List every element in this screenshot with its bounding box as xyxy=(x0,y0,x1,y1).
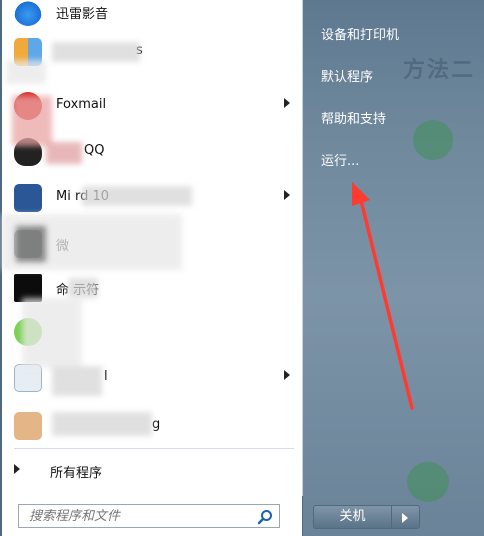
shutdown-button[interactable]: 关机 xyxy=(313,505,392,529)
blur-mask xyxy=(68,278,98,298)
blur-mask xyxy=(12,96,52,146)
system-links-pane: 方法二 设备和打印机 默认程序 帮助和支持 运行... xyxy=(303,0,484,536)
program-item-xunlei[interactable]: 迅雷影音 xyxy=(4,0,302,30)
devices-and-printers-link[interactable]: 设备和打印机 xyxy=(321,24,399,43)
program-label: Foxmail xyxy=(56,97,107,112)
paint-icon xyxy=(14,364,42,392)
chevron-right-icon xyxy=(402,513,408,523)
default-programs-link[interactable]: 默认程序 xyxy=(321,66,373,85)
program-list-pane: 迅雷影音 s Foxmail QQ Mi rd 10 微 命 xyxy=(2,0,303,496)
blur-mask xyxy=(52,42,140,62)
help-and-support-link[interactable]: 帮助和支持 xyxy=(321,108,386,127)
blur-mask xyxy=(46,142,82,164)
search-input[interactable] xyxy=(27,508,251,525)
xunlei-icon xyxy=(14,0,42,26)
program-item[interactable]: s xyxy=(4,32,302,70)
program-item-notepad[interactable]: g xyxy=(4,406,302,444)
notepad-icon xyxy=(14,412,42,440)
blur-mask xyxy=(16,226,46,262)
start-menu: 迅雷影音 s Foxmail QQ Mi rd 10 微 命 xyxy=(0,0,484,536)
background-blob xyxy=(407,462,449,502)
word-icon xyxy=(14,184,42,212)
blur-mask xyxy=(6,60,46,84)
blur-mask xyxy=(52,412,152,436)
background-blob xyxy=(413,120,453,160)
background-text: 方法二 xyxy=(403,58,476,83)
blur-mask xyxy=(52,366,102,396)
search-box[interactable] xyxy=(18,504,280,528)
shutdown-options-button[interactable] xyxy=(392,505,420,529)
all-programs-arrow-icon[interactable] xyxy=(14,464,20,474)
program-label: 迅雷影音 xyxy=(56,7,109,22)
program-label: g xyxy=(152,417,161,432)
blur-mask xyxy=(82,186,192,206)
all-programs-button[interactable]: 所有程序 xyxy=(50,462,102,481)
run-link[interactable]: 运行... xyxy=(321,150,359,169)
submenu-arrow-icon xyxy=(284,190,290,200)
search-icon[interactable] xyxy=(257,509,273,525)
divider xyxy=(14,448,294,449)
submenu-arrow-icon xyxy=(284,98,290,108)
submenu-arrow-icon xyxy=(284,370,290,380)
blur-mask xyxy=(22,298,82,368)
program-label: QQ xyxy=(84,143,105,158)
program-label: l xyxy=(104,369,108,384)
